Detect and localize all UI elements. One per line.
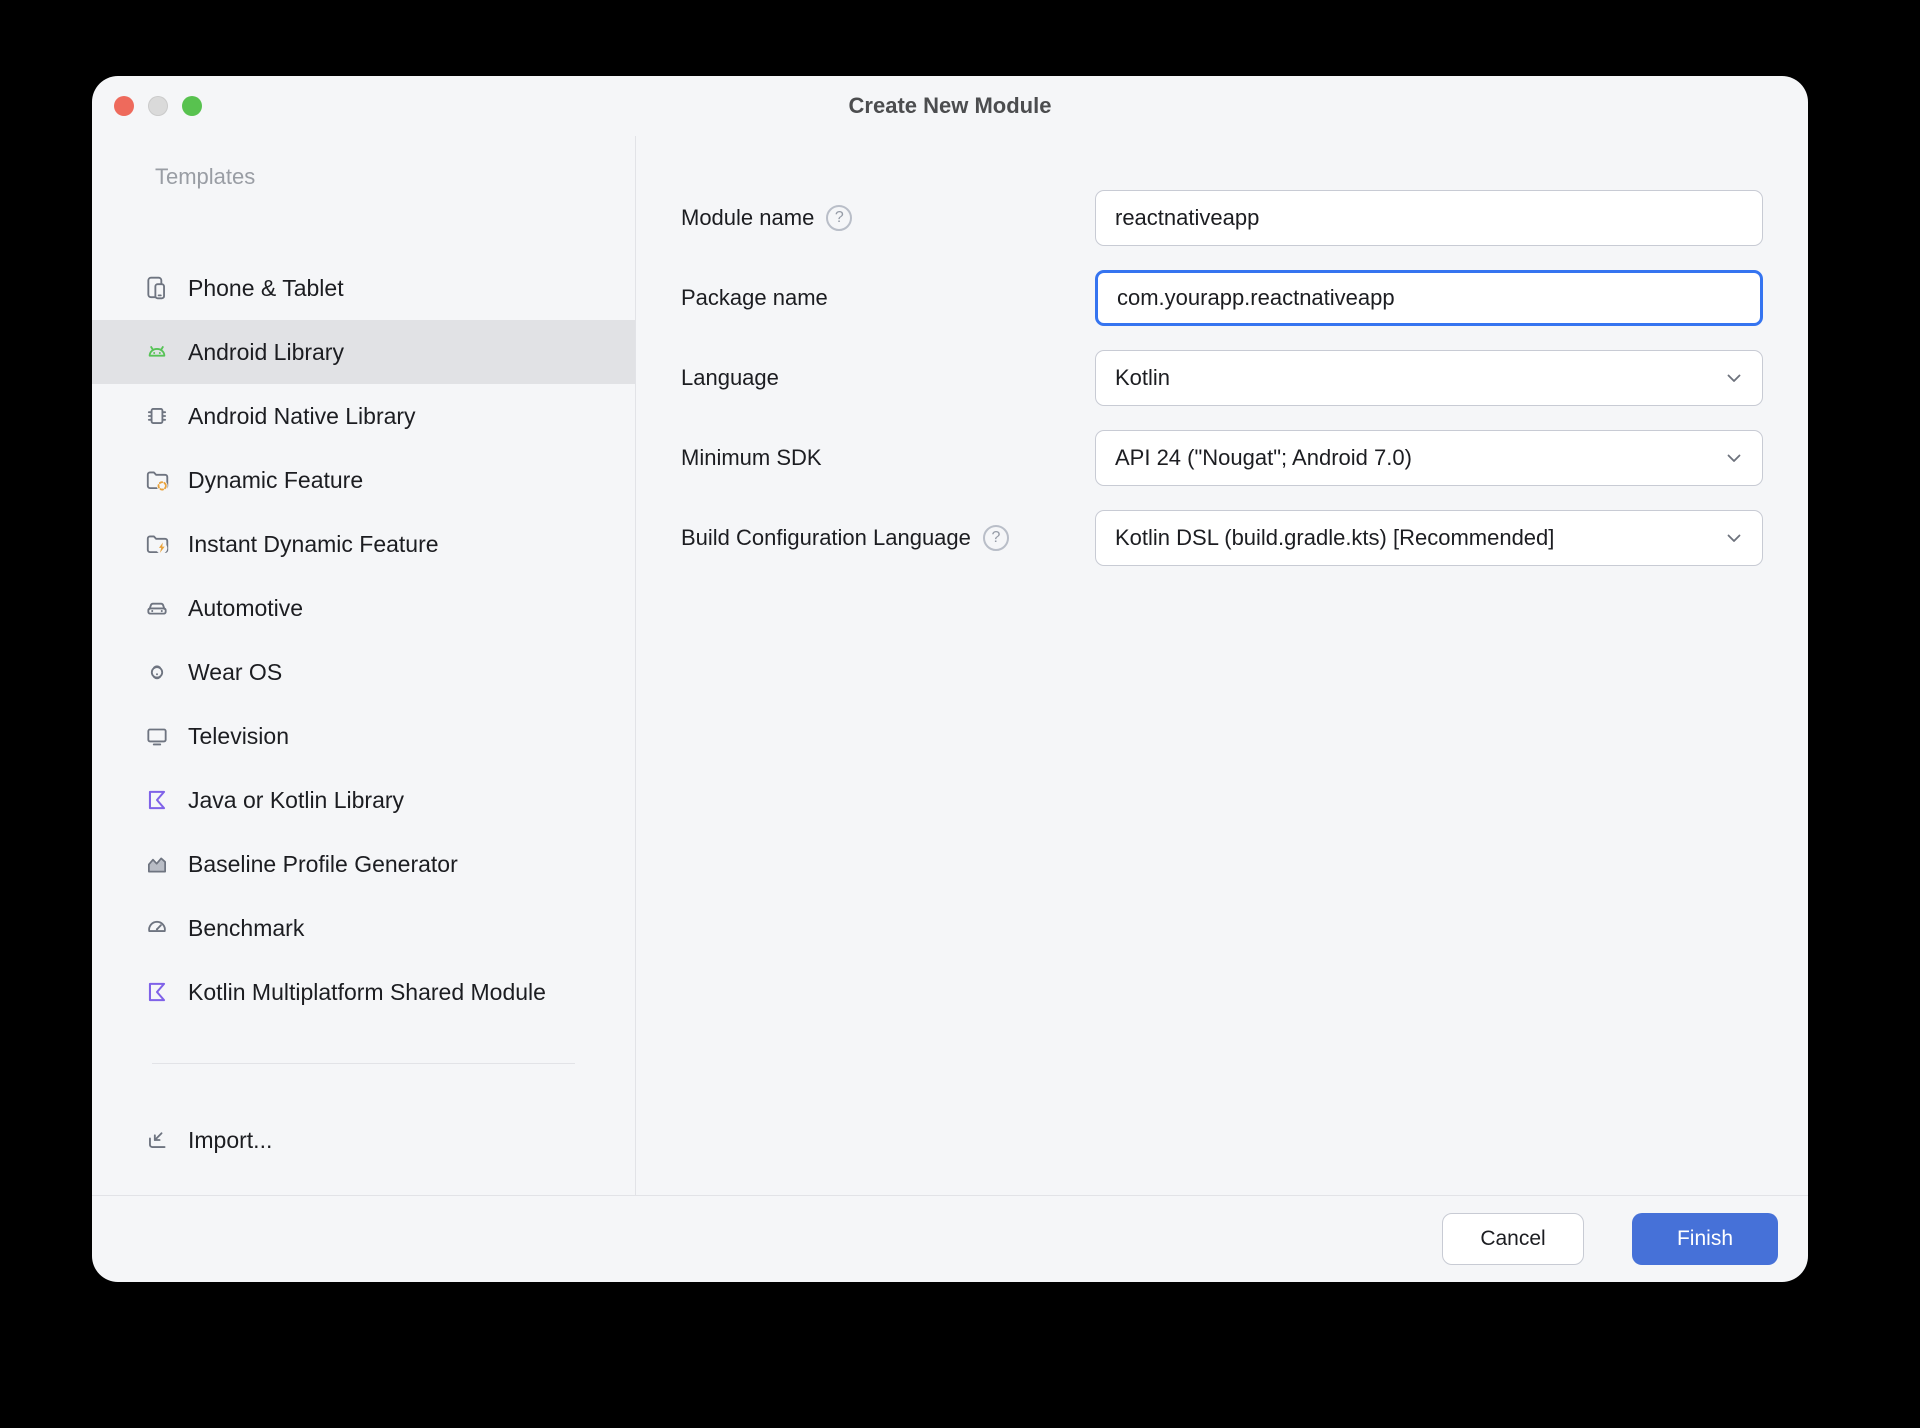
build-configuration-language-select[interactable]: Kotlin DSL (build.gradle.kts) [Recommend… [1095,510,1763,566]
sidebar-item-label: Television [188,723,289,750]
import-label: Import... [188,1127,272,1154]
field-label: Minimum SDK [681,445,822,471]
form-row-language: Language Kotlin [635,350,1808,406]
sidebar-item-television[interactable]: Television [92,704,635,768]
templates-heading: Templates [155,164,255,190]
sidebar-item-java-or-kotlin-library[interactable]: Java or Kotlin Library [92,768,635,832]
folder-instant-icon [144,531,170,557]
field-label-group: Language [635,365,1095,391]
sidebar-item-label: Kotlin Multiplatform Shared Module [188,979,546,1006]
sidebar-item-label: Wear OS [188,659,282,686]
folder-dynamic-icon [144,467,170,493]
select-value: API 24 ("Nougat"; Android 7.0) [1115,445,1722,471]
minimum-sdk-select[interactable]: API 24 ("Nougat"; Android 7.0) [1095,430,1763,486]
sidebar-item-benchmark[interactable]: Benchmark [92,896,635,960]
sidebar-item-dynamic-feature[interactable]: Dynamic Feature [92,448,635,512]
titlebar[interactable]: Create New Module [92,76,1808,136]
sidebar-item-label: Automotive [188,595,303,622]
select-value: Kotlin [1115,365,1722,391]
gauge-icon [144,915,170,941]
select-value: Kotlin DSL (build.gradle.kts) [Recommend… [1115,525,1722,551]
import-icon [144,1127,170,1153]
sidebar-item-label: Java or Kotlin Library [188,787,404,814]
field-label-group: Package name [635,285,1095,311]
chart-icon [144,851,170,877]
sidebar-item-android-library[interactable]: Android Library [92,320,635,384]
phone-tablet-icon [144,275,170,301]
finish-button[interactable]: Finish [1632,1213,1778,1265]
chevron-down-icon [1722,526,1746,550]
language-select[interactable]: Kotlin [1095,350,1763,406]
footer: Cancel Finish [92,1196,1808,1282]
form-row-minimum-sdk: Minimum SDK API 24 ("Nougat"; Android 7.0… [635,430,1808,486]
sidebar-item-label: Instant Dynamic Feature [188,531,439,558]
sidebar-item-label: Baseline Profile Generator [188,851,458,878]
field-label-group: Module name [635,205,1095,231]
chevron-down-icon [1722,446,1746,470]
field-label: Module name [681,205,814,231]
sidebar-item-baseline-profile-generator[interactable]: Baseline Profile Generator [92,832,635,896]
sidebar-item-label: Android Library [188,339,344,366]
tv-icon [144,723,170,749]
chevron-down-icon [1722,366,1746,390]
import-button[interactable]: Import... [92,1108,635,1172]
field-label: Package name [681,285,828,311]
module-name-input[interactable] [1095,190,1763,246]
android-icon [144,339,170,365]
chip-icon [144,403,170,429]
form-row-build-configuration-language: Build Configuration Language Kotlin DSL (… [635,510,1808,566]
sidebar-item-label: Phone & Tablet [188,275,344,302]
form-row-module-name: Module name [635,190,1808,246]
dialog-title: Create New Module [92,93,1808,119]
desktop-background: Create New Module Templates Phone & Tabl… [0,0,1920,1428]
sidebar-item-kotlin-multiplatform-shared-module[interactable]: Kotlin Multiplatform Shared Module [92,960,635,1024]
watch-icon [144,659,170,685]
form-row-package-name: Package name [635,270,1808,326]
kotlin-icon [144,787,170,813]
sidebar-item-android-native-library[interactable]: Android Native Library [92,384,635,448]
module-form: Module name Package name Language Kotlin Mi… [635,136,1808,590]
package-name-input[interactable] [1095,270,1763,326]
sidebar-separator [152,1063,575,1064]
cancel-button[interactable]: Cancel [1442,1213,1584,1265]
template-list: Phone & Tablet Android Library Android N… [92,256,635,1024]
sidebar-item-label: Benchmark [188,915,304,942]
help-icon[interactable] [983,525,1009,551]
templates-sidebar: Templates Phone & Tablet Android Library… [92,136,635,1195]
sidebar-item-wear-os[interactable]: Wear OS [92,640,635,704]
help-icon[interactable] [826,205,852,231]
car-icon [144,595,170,621]
create-new-module-dialog: Create New Module Templates Phone & Tabl… [92,76,1808,1282]
field-label-group: Build Configuration Language [635,525,1095,551]
field-label-group: Minimum SDK [635,445,1095,471]
sidebar-item-label: Dynamic Feature [188,467,363,494]
sidebar-item-instant-dynamic-feature[interactable]: Instant Dynamic Feature [92,512,635,576]
field-label: Build Configuration Language [681,525,971,551]
field-label: Language [681,365,779,391]
sidebar-item-label: Android Native Library [188,403,416,430]
sidebar-item-automotive[interactable]: Automotive [92,576,635,640]
sidebar-item-phone-tablet[interactable]: Phone & Tablet [92,256,635,320]
kotlin-icon [144,979,170,1005]
